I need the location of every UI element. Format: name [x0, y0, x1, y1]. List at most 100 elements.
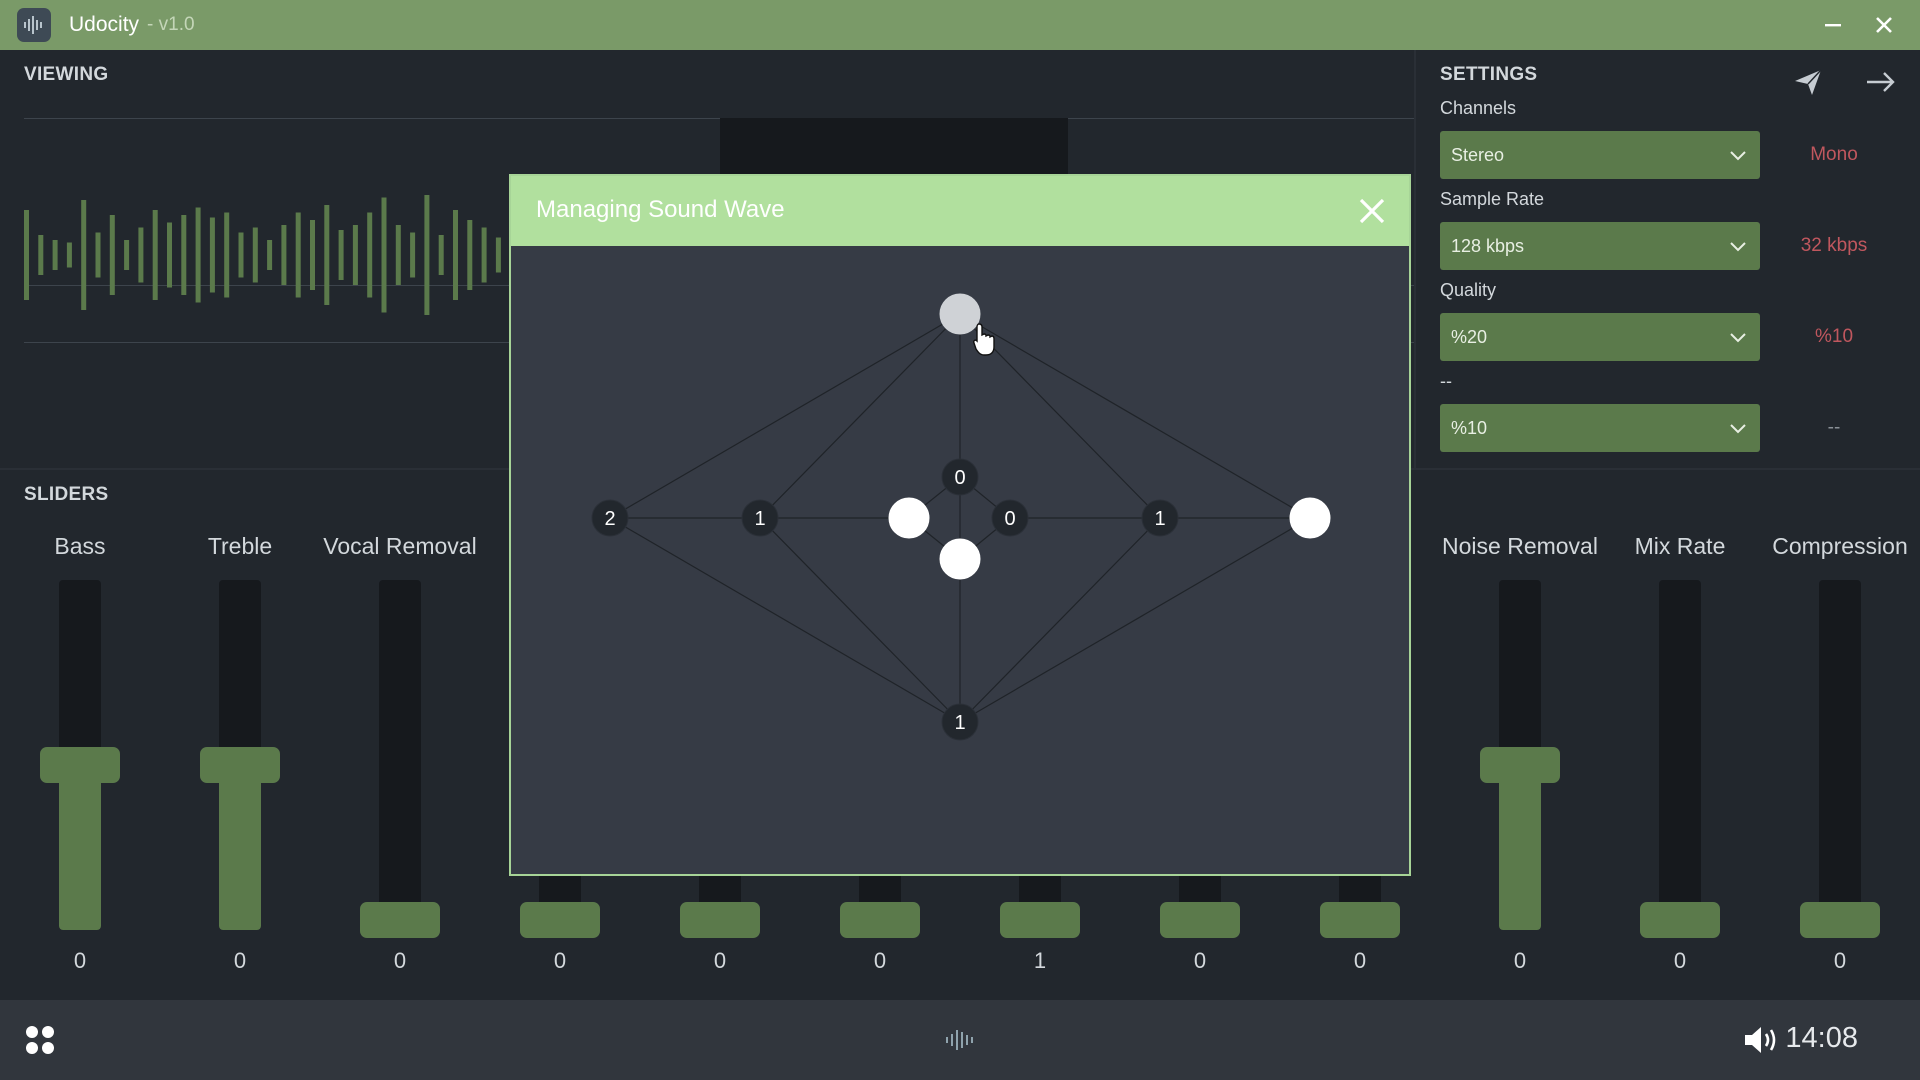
slider-value: 0 — [1513, 948, 1527, 973]
volume-icon[interactable] — [1743, 1024, 1779, 1056]
graph-node-center-left[interactable] — [888, 497, 930, 539]
waveform-bar — [267, 240, 273, 270]
waveform-bar — [152, 210, 158, 300]
title-bar: Udocity - v1.0 — [0, 0, 1920, 50]
slider-value: 0 — [233, 948, 247, 973]
slider-label: Noise Removal — [1442, 533, 1598, 559]
waveform-bar — [195, 207, 201, 303]
slider-thumb[interactable] — [1800, 902, 1880, 938]
apps-grid-icon[interactable] — [24, 1024, 56, 1056]
slider-track[interactable] — [1659, 580, 1701, 930]
taskbar: 14:08 — [0, 1000, 1920, 1080]
slider-thumb[interactable] — [1320, 902, 1400, 938]
managing-sound-wave-dialog: Managing Sound Wave 0 2 1 0 1 1 — [509, 174, 1411, 876]
slider-value: 1 — [1033, 948, 1047, 973]
slider-track[interactable] — [379, 580, 421, 930]
waveform-bar — [367, 212, 373, 298]
close-icon[interactable] — [1866, 7, 1902, 43]
waveform-bar — [310, 220, 315, 290]
waveform-bar — [95, 232, 101, 278]
waveform-icon[interactable] — [943, 1027, 977, 1053]
slider-fill — [59, 765, 101, 930]
slider-thumb[interactable] — [1000, 902, 1080, 938]
slider-thumb[interactable] — [840, 902, 920, 938]
quality-select-value: %20 — [1451, 326, 1488, 347]
close-icon[interactable] — [1355, 194, 1389, 228]
graph-edge — [959, 313, 1311, 519]
waveform-bar — [467, 220, 473, 290]
slider-thumb[interactable] — [1160, 902, 1240, 938]
chevron-down-icon — [1730, 333, 1746, 343]
app-version: - v1.0 — [147, 14, 195, 35]
waveform-bar — [52, 240, 58, 270]
quality-select[interactable]: %20 — [1440, 313, 1760, 361]
slider-thumb[interactable] — [680, 902, 760, 938]
waveform-bar — [481, 227, 487, 283]
graph-edge — [959, 517, 1311, 723]
slider-label: Mix Rate — [1634, 533, 1726, 559]
minimize-icon[interactable] — [1815, 7, 1851, 43]
waveform-bar — [395, 225, 401, 285]
graph-node-top[interactable] — [939, 293, 981, 335]
slider-track[interactable] — [1819, 580, 1861, 930]
waveform-bar — [338, 230, 344, 280]
waveform-bar — [81, 200, 87, 310]
channels-label: Channels — [1440, 98, 1517, 118]
channels-alt-value: Mono — [1810, 144, 1858, 165]
extra-setting-select-value: %10 — [1451, 417, 1488, 438]
channels-select-value: Stereo — [1451, 144, 1505, 165]
chevron-down-icon — [1730, 424, 1746, 434]
graph-node-far-right[interactable] — [1289, 497, 1331, 539]
slider-label: Vocal Removal — [323, 533, 477, 559]
graph-node-label: 1 — [954, 712, 965, 734]
waveform-bar — [209, 217, 215, 293]
graph-edge — [759, 517, 961, 723]
slider-thumb[interactable] — [1640, 902, 1720, 938]
settings-title: SETTINGS — [1440, 64, 1538, 85]
waveform-bar — [66, 242, 72, 268]
slider-thumb[interactable] — [360, 902, 440, 938]
slider-value: 0 — [553, 948, 567, 973]
sample-rate-label: Sample Rate — [1440, 189, 1545, 209]
waveform-bar — [224, 212, 230, 298]
slider-label: Treble — [207, 533, 273, 559]
sliders-title: SLIDERS — [24, 484, 109, 505]
graph-node-label: 0 — [954, 467, 965, 489]
quality-label: Quality — [1440, 280, 1497, 300]
slider-value: 0 — [1193, 948, 1207, 973]
extra-setting-label: -- — [1440, 371, 1452, 391]
dialog-header: Managing Sound Wave — [511, 176, 1409, 246]
waveform-icon — [17, 8, 51, 42]
slider-label: Compression — [1772, 533, 1908, 559]
arrow-right-icon[interactable] — [1864, 66, 1898, 98]
send-icon[interactable] — [1792, 66, 1824, 98]
extra-setting-select[interactable]: %10 — [1440, 404, 1760, 452]
graph-edge — [609, 517, 961, 723]
sample-rate-select[interactable]: 128 kbps — [1440, 222, 1760, 270]
slider-thumb[interactable] — [1480, 747, 1560, 783]
slider-value: 0 — [1673, 948, 1687, 973]
waveform-bar — [352, 225, 358, 285]
waveform-bar — [424, 195, 430, 315]
viewing-title: VIEWING — [24, 64, 109, 85]
waveform-bar — [138, 227, 144, 283]
waveform-bar — [438, 235, 444, 275]
waveform-bar — [24, 210, 29, 300]
slider-thumb[interactable] — [520, 902, 600, 938]
app-title: Udocity — [69, 13, 140, 36]
slider-label: Bass — [54, 533, 106, 559]
slider-thumb[interactable] — [200, 747, 280, 783]
slider-thumb[interactable] — [40, 747, 120, 783]
waveform-bar — [252, 227, 258, 283]
waveform-bar — [410, 232, 416, 278]
slider-value: 0 — [1353, 948, 1367, 973]
slider-value: 0 — [73, 948, 87, 973]
waveform[interactable] — [24, 170, 524, 340]
waveform-bar — [109, 215, 115, 295]
waveform-bar — [181, 215, 187, 295]
waveform-bar — [38, 235, 44, 275]
slider-fill — [219, 765, 261, 930]
channels-select[interactable]: Stereo — [1440, 131, 1760, 179]
slider-fill — [1499, 765, 1541, 930]
graph-node-mid-bottom[interactable] — [939, 538, 981, 580]
